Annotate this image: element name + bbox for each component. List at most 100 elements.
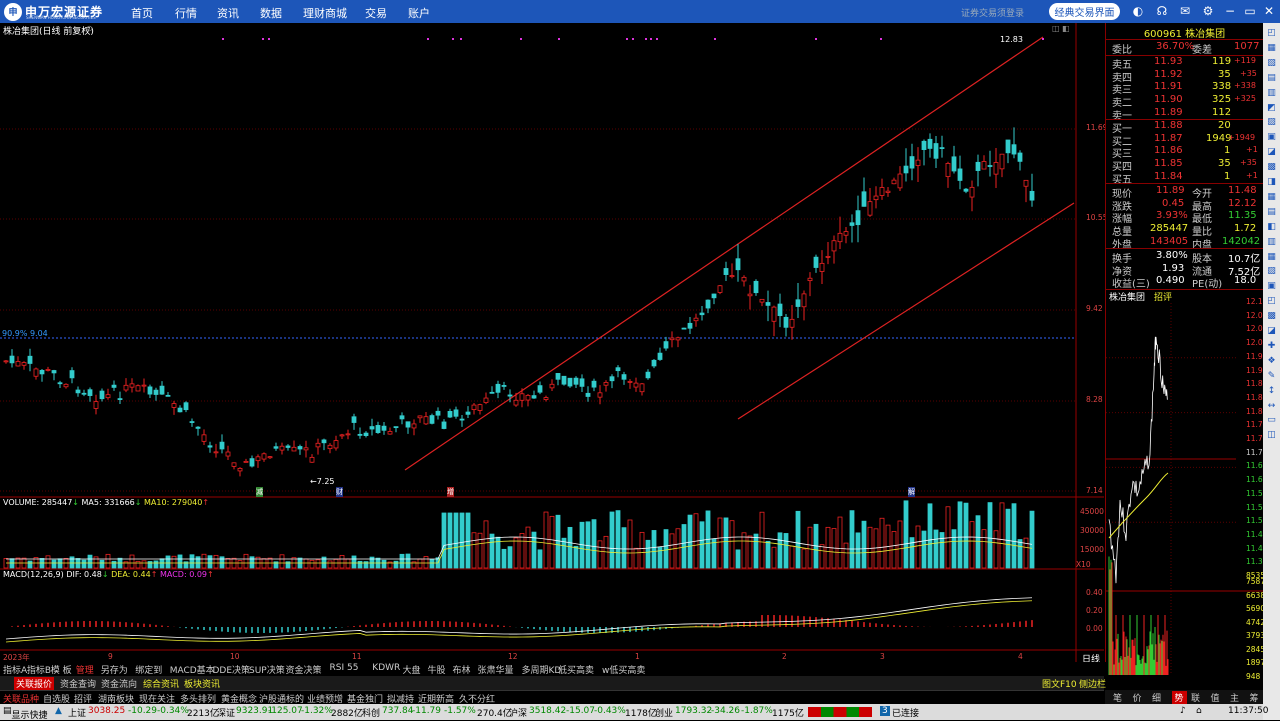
info-tab[interactable]: 板块资讯 <box>184 677 220 690</box>
indicator-tab[interactable]: 模 板 <box>51 663 72 676</box>
bell-icon[interactable]: ♪ <box>1180 706 1186 716</box>
indicator-tab[interactable]: RSI 55 <box>330 663 359 673</box>
detail-tab[interactable]: 笔 <box>1113 691 1122 704</box>
event-mark[interactable]: 财 <box>336 487 343 497</box>
f10-button[interactable]: 图文F10 <box>1042 677 1077 690</box>
indicator-tab[interactable]: 绑定到 <box>135 663 162 676</box>
toolbar-tool-icon[interactable]: ▦ <box>1265 251 1278 264</box>
kline-chart-area[interactable]: 株冶集团(日线 前复权) ⊙ ◫ ◧ 12.83 ←7.25 90.9% 9.0… <box>0 23 1107 665</box>
login-hint[interactable]: 证券交易须登录 <box>961 6 1024 19</box>
nav-trade[interactable]: 交易 <box>365 5 387 21</box>
ask-row[interactable]: 卖三 11.91 338 +338 <box>1106 81 1263 96</box>
chart-options-icon[interactable]: ⊙ <box>86 24 93 33</box>
indicator-tab[interactable]: 大盘 <box>403 663 421 676</box>
nav-news[interactable]: 资讯 <box>217 5 239 21</box>
settings-icon[interactable]: ⚙ <box>1200 3 1216 19</box>
nav-home[interactable]: 首页 <box>131 5 153 21</box>
toolbar-tool-icon[interactable]: ▣ <box>1265 131 1278 144</box>
toolbar-tool-icon[interactable]: ▭ <box>1265 414 1278 427</box>
toolbar-tool-icon[interactable]: ▥ <box>1265 236 1278 249</box>
indicator-tab[interactable]: 另存为 <box>101 663 128 676</box>
event-mark[interactable]: 解 <box>908 487 915 497</box>
connection-status[interactable]: 已连接 <box>892 706 919 719</box>
toolbar-tool-icon[interactable]: ▧ <box>1265 57 1278 70</box>
close-icon[interactable]: ✕ <box>1261 3 1277 19</box>
detail-tab[interactable]: 值 <box>1211 691 1220 704</box>
classic-trade-button[interactable]: 经典交易界面 <box>1049 3 1120 20</box>
detail-tab[interactable]: 主 <box>1230 691 1239 704</box>
bid-row[interactable]: 买一 11.88 20 <box>1106 120 1263 135</box>
toolbar-tool-icon[interactable]: ↕ <box>1265 385 1278 398</box>
ask-row[interactable]: 卖二 11.90 325 +325 <box>1106 94 1263 109</box>
intraday-tab[interactable]: 招评 <box>1154 290 1172 303</box>
ask-row[interactable]: 卖四 11.92 35 +35 <box>1106 69 1263 84</box>
intraday-chart[interactable] <box>1106 303 1263 675</box>
sh-label[interactable]: 上证 <box>68 706 86 719</box>
nav-account[interactable]: 账户 <box>408 5 430 21</box>
toolbar-tool-icon[interactable]: ◪ <box>1265 325 1278 338</box>
toolbar-tool-icon[interactable]: ◨ <box>1265 176 1278 189</box>
indicator-tab[interactable]: 张肃华量 <box>478 663 514 676</box>
sidebar-toggle-button[interactable]: 侧边栏 <box>1079 677 1106 690</box>
cy-label[interactable]: 创业 <box>655 706 673 719</box>
lock-icon[interactable]: ⌂ <box>1196 706 1202 716</box>
toolbar-tool-icon[interactable]: ✎ <box>1265 370 1278 383</box>
nav-wealth-mall[interactable]: 理财商城 <box>303 5 347 21</box>
toolbar-tool-icon[interactable]: ▥ <box>1265 87 1278 100</box>
chart-expand-icon[interactable]: ◧ <box>1062 24 1070 33</box>
detail-tab[interactable]: 细 <box>1152 691 1161 704</box>
theme-icon[interactable]: ◐ <box>1130 3 1146 19</box>
info-tab[interactable]: 关联报价 <box>14 677 55 690</box>
event-mark[interactable]: 减 <box>256 487 263 497</box>
toolbar-tool-icon[interactable]: ❖ <box>1265 355 1278 368</box>
bid-row[interactable]: 买二 11.87 1949 +1949 <box>1106 133 1263 148</box>
toolbar-tool-icon[interactable]: ▤ <box>1265 206 1278 219</box>
toolbar-tool-icon[interactable]: ▣ <box>1265 280 1278 293</box>
hs-label[interactable]: 沪深 <box>509 706 527 719</box>
indicator-tab[interactable]: 牛股 <box>428 663 446 676</box>
message-icon[interactable]: ✉ <box>1177 3 1193 19</box>
indicator-tab[interactable]: DDE决策 <box>213 663 251 676</box>
toolbar-tool-icon[interactable]: ▦ <box>1265 191 1278 204</box>
detail-tab[interactable]: 势 <box>1171 691 1187 704</box>
nav-data[interactable]: 数据 <box>260 5 282 21</box>
toolbar-tool-icon[interactable]: ▤ <box>1265 72 1278 85</box>
quick-display-button[interactable]: ▤ 显示快捷 <box>3 706 48 721</box>
indicator-tab[interactable]: SUP决策 <box>249 663 285 676</box>
toolbar-tool-icon[interactable]: ▨ <box>1265 116 1278 129</box>
detail-tab[interactable]: 价 <box>1133 691 1142 704</box>
ask-row[interactable]: 卖五 11.93 119 +119 <box>1106 56 1263 71</box>
toolbar-tool-icon[interactable]: ▩ <box>1265 161 1278 174</box>
indicator-tab[interactable]: 布林 <box>453 663 471 676</box>
indicator-tab[interactable]: 管理 <box>76 663 94 676</box>
toolbar-tool-icon[interactable]: ↔ <box>1265 400 1278 413</box>
kline-svg[interactable] <box>0 23 1104 662</box>
bid-row[interactable]: 买三 11.86 1 +1 <box>1106 145 1263 160</box>
chart-toggle-icon[interactable]: ◫ <box>1052 24 1060 33</box>
ask-row[interactable]: 卖一 11.89 112 <box>1106 107 1263 122</box>
toolbar-tool-icon[interactable]: ◰ <box>1265 295 1278 308</box>
indicator-tab[interactable]: 多周期KD <box>522 663 562 676</box>
toolbar-tool-icon[interactable]: ▦ <box>1265 42 1278 55</box>
bid-row[interactable]: 买四 11.85 35 +35 <box>1106 158 1263 173</box>
event-mark[interactable]: 增 <box>447 487 454 497</box>
minimize-icon[interactable]: − <box>1222 3 1238 19</box>
toolbar-tool-icon[interactable]: ◫ <box>1265 429 1278 442</box>
toolbar-tool-icon[interactable]: ✚ <box>1265 340 1278 353</box>
indicator-tab[interactable]: 资金决策 <box>286 663 322 676</box>
headset-icon[interactable]: ☊ <box>1154 3 1170 19</box>
info-tab[interactable]: 资金查询 <box>60 677 96 690</box>
indicator-tab[interactable]: KDWR <box>372 663 400 673</box>
toolbar-tool-icon[interactable]: ◰ <box>1265 27 1278 40</box>
toolbar-tool-icon[interactable]: ▩ <box>1265 310 1278 323</box>
nav-quotes[interactable]: 行情 <box>175 5 197 21</box>
toolbar-tool-icon[interactable]: ▨ <box>1265 265 1278 278</box>
indicator-tab[interactable]: 指标A <box>3 663 27 676</box>
toolbar-tool-icon[interactable]: ◪ <box>1265 146 1278 159</box>
detail-tab[interactable]: 联 <box>1191 691 1200 704</box>
indicator-tab[interactable]: MACD基本 <box>170 663 215 676</box>
indicator-tab[interactable]: 指标B <box>27 663 51 676</box>
info-tab[interactable]: 资金流向 <box>101 677 137 690</box>
sz-label[interactable]: 深证 <box>217 706 235 719</box>
detail-tab[interactable]: 筹 <box>1250 691 1259 704</box>
